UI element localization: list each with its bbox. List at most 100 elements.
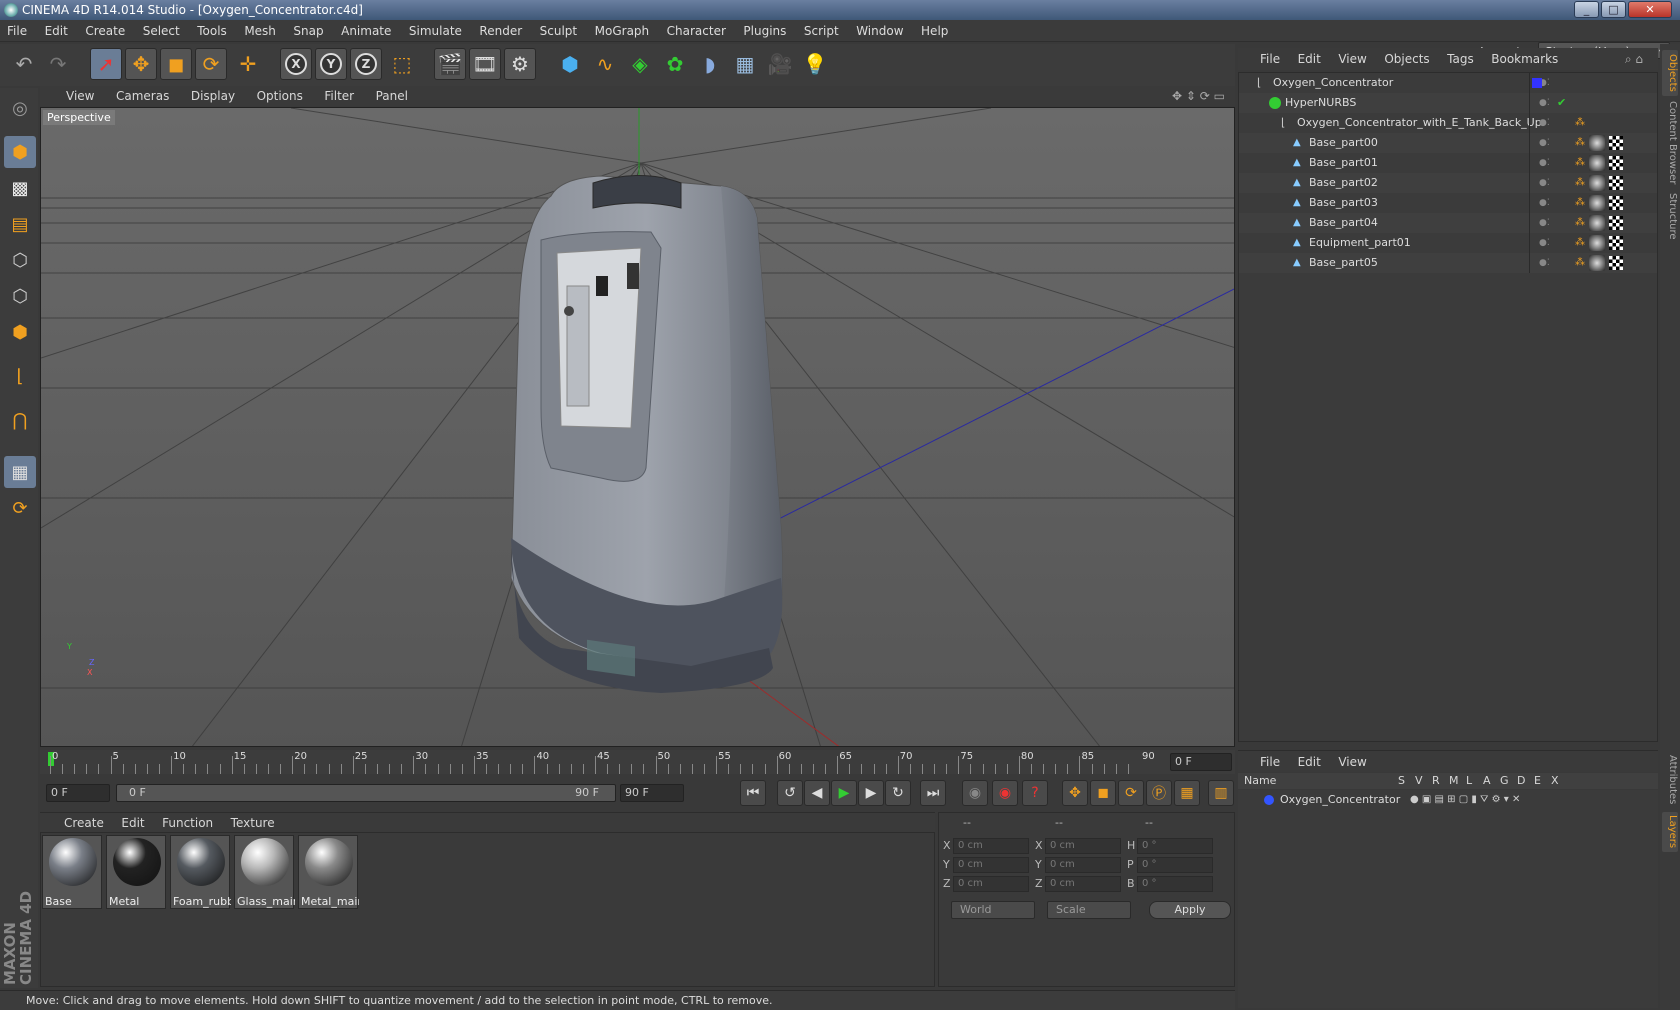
menu-create[interactable]: Create bbox=[78, 20, 132, 42]
apply-button[interactable]: Apply bbox=[1149, 901, 1231, 919]
coord-value-field[interactable]: 0 ° bbox=[1137, 876, 1213, 892]
redo-icon[interactable]: ↷ bbox=[42, 48, 74, 80]
start-frame-field[interactable]: 0 F bbox=[46, 784, 110, 802]
layer-column-header[interactable]: R bbox=[1432, 773, 1440, 789]
layer-column-header[interactable]: G bbox=[1500, 773, 1509, 789]
autokey-icon[interactable]: ◉ bbox=[992, 780, 1018, 806]
coord-value-field[interactable]: 0 cm bbox=[953, 857, 1029, 873]
layer-menu-file[interactable]: File bbox=[1238, 751, 1287, 773]
menu-plugins[interactable]: Plugins bbox=[736, 20, 793, 42]
tab-layers[interactable]: Layers bbox=[1662, 812, 1678, 852]
coord-value-field[interactable]: 0 cm bbox=[953, 838, 1029, 854]
viewport-menu-cameras[interactable]: Cameras bbox=[107, 86, 178, 106]
make-editable-icon[interactable]: ◎ bbox=[4, 92, 36, 124]
workplane-lock-icon[interactable]: ▦ bbox=[4, 456, 36, 488]
menu-help[interactable]: Help bbox=[914, 20, 955, 42]
object-row[interactable]: ▲ Base_part00 ●⁚ ⁂ bbox=[1239, 133, 1657, 153]
menu-window[interactable]: Window bbox=[849, 20, 910, 42]
uvw-tag-icon[interactable] bbox=[1609, 236, 1623, 250]
menu-simulate[interactable]: Simulate bbox=[402, 20, 469, 42]
layer-flags-icon[interactable]: ● ▣ ▤ ⊞ ▢ ▮ ⛛ ⚙ ▾ ✕ bbox=[1410, 790, 1520, 810]
workplane-mode-icon[interactable]: ▤ bbox=[4, 208, 36, 240]
viewport-menu-options[interactable]: Options bbox=[248, 86, 312, 106]
x-axis-lock-icon[interactable]: X bbox=[285, 53, 307, 75]
material-tag-icon[interactable] bbox=[1589, 255, 1605, 271]
scale-tool-icon[interactable]: ◼ bbox=[160, 48, 192, 80]
light-icon[interactable]: 💡 bbox=[799, 48, 831, 80]
visibility-dots-icon[interactable]: ●⁚ bbox=[1539, 233, 1550, 253]
coord-value-field[interactable]: 0 cm bbox=[1045, 857, 1121, 873]
material-tag-icon[interactable] bbox=[1589, 135, 1605, 151]
phong-tag-icon[interactable]: ⁂ bbox=[1575, 153, 1585, 173]
material-tag-icon[interactable] bbox=[1589, 175, 1605, 191]
coord-value-field[interactable]: 0 cm bbox=[1045, 876, 1121, 892]
menu-tools[interactable]: Tools bbox=[190, 20, 234, 42]
object-row[interactable]: HyperNURBS ●⁚ ✔ bbox=[1239, 93, 1657, 113]
cube-primitive-icon[interactable]: ⬢ bbox=[554, 48, 586, 80]
edges-mode-icon[interactable]: ⬡ bbox=[4, 280, 36, 312]
coord-value-field[interactable]: 0 cm bbox=[953, 876, 1029, 892]
object-row[interactable]: ▲ Equipment_part01 ●⁚ ⁂ bbox=[1239, 233, 1657, 253]
object-menu-objects[interactable]: Objects bbox=[1377, 48, 1436, 70]
phong-tag-icon[interactable]: ⁂ bbox=[1575, 113, 1585, 133]
uvw-tag-icon[interactable] bbox=[1609, 136, 1623, 150]
object-menu-tags[interactable]: Tags bbox=[1440, 48, 1481, 70]
material-swatch[interactable]: Base bbox=[42, 835, 102, 909]
maximize-button[interactable]: □ bbox=[1601, 1, 1626, 18]
viewport-menu-display[interactable]: Display bbox=[182, 86, 244, 106]
layer-column-header[interactable]: A bbox=[1483, 773, 1491, 789]
layer-column-header[interactable]: E bbox=[1534, 773, 1541, 789]
object-menu-edit[interactable]: Edit bbox=[1291, 48, 1328, 70]
tab-structure[interactable]: Structure bbox=[1662, 190, 1678, 242]
uvw-tag-icon[interactable] bbox=[1609, 156, 1623, 170]
material-swatch[interactable]: Metal_main bbox=[298, 835, 359, 909]
close-button[interactable]: ✕ bbox=[1628, 1, 1672, 18]
object-row[interactable]: ▲ Base_part04 ●⁚ ⁂ bbox=[1239, 213, 1657, 233]
coordinate-mode-dropdown[interactable]: World bbox=[951, 901, 1035, 919]
coordinate-system-icon[interactable]: ⬚ bbox=[386, 48, 418, 80]
y-axis-lock-icon[interactable]: Y bbox=[320, 53, 342, 75]
render-view-icon[interactable]: 🎬 bbox=[434, 48, 466, 80]
model-mode-icon[interactable]: ⬢ bbox=[4, 136, 36, 168]
material-menu-texture[interactable]: Texture bbox=[224, 813, 282, 833]
object-row[interactable]: ⌊ Oxygen_Concentrator_with_E_Tank_Back_Up… bbox=[1239, 113, 1657, 133]
menu-render[interactable]: Render bbox=[472, 20, 529, 42]
timeline-layout-icon[interactable]: ▥ bbox=[1208, 780, 1234, 806]
layer-column-header[interactable]: L bbox=[1466, 773, 1472, 789]
material-swatch[interactable]: Metal bbox=[106, 835, 166, 909]
material-swatch[interactable]: Glass_main bbox=[234, 835, 295, 909]
coord-value-field[interactable]: 0 ° bbox=[1137, 838, 1213, 854]
keyframe-selection-icon[interactable]: ? bbox=[1022, 780, 1048, 806]
phong-tag-icon[interactable]: ⁂ bbox=[1575, 193, 1585, 213]
object-row[interactable]: ⌊ Oxygen_Concentrator ●⁚ bbox=[1239, 73, 1657, 93]
object-menu-bookmarks[interactable]: Bookmarks bbox=[1484, 48, 1565, 70]
end-frame-field[interactable]: 90 F bbox=[620, 784, 684, 802]
object-row[interactable]: ▲ Base_part03 ●⁚ ⁂ bbox=[1239, 193, 1657, 213]
phong-tag-icon[interactable]: ⁂ bbox=[1575, 213, 1585, 233]
menu-snap[interactable]: Snap bbox=[286, 20, 330, 42]
material-tag-icon[interactable] bbox=[1589, 155, 1605, 171]
material-tag-icon[interactable] bbox=[1589, 235, 1605, 251]
layer-column-header[interactable]: S bbox=[1398, 773, 1405, 789]
spline-icon[interactable]: ∿ bbox=[589, 48, 621, 80]
minimize-button[interactable]: _ bbox=[1574, 1, 1599, 18]
deformer-icon[interactable]: ◗ bbox=[694, 48, 726, 80]
material-menu-function[interactable]: Function bbox=[155, 813, 220, 833]
key-rotation-icon[interactable]: ⟳ bbox=[1118, 780, 1144, 806]
z-axis-lock-icon[interactable]: Z bbox=[355, 53, 377, 75]
preview-range-slider[interactable]: 0 F 90 F bbox=[116, 784, 616, 802]
key-pla-icon[interactable]: ▦ bbox=[1174, 780, 1200, 806]
visibility-dots-icon[interactable]: ●⁚ bbox=[1539, 253, 1550, 273]
tab-attributes[interactable]: Attributes bbox=[1662, 752, 1678, 808]
key-position-icon[interactable]: ✥ bbox=[1062, 780, 1088, 806]
transform-mode-dropdown[interactable]: Scale bbox=[1047, 901, 1131, 919]
coord-value-field[interactable]: 0 cm bbox=[1045, 838, 1121, 854]
layer-column-header[interactable]: Name bbox=[1244, 773, 1276, 789]
layer-column-header[interactable]: X bbox=[1551, 773, 1559, 789]
object-menu-file[interactable]: File bbox=[1238, 48, 1287, 70]
uvw-tag-icon[interactable] bbox=[1609, 216, 1623, 230]
uvw-tag-icon[interactable] bbox=[1609, 256, 1623, 270]
layer-column-header[interactable]: D bbox=[1517, 773, 1525, 789]
menu-select[interactable]: Select bbox=[136, 20, 187, 42]
object-row[interactable]: ▲ Base_part05 ●⁚ ⁂ bbox=[1239, 253, 1657, 273]
